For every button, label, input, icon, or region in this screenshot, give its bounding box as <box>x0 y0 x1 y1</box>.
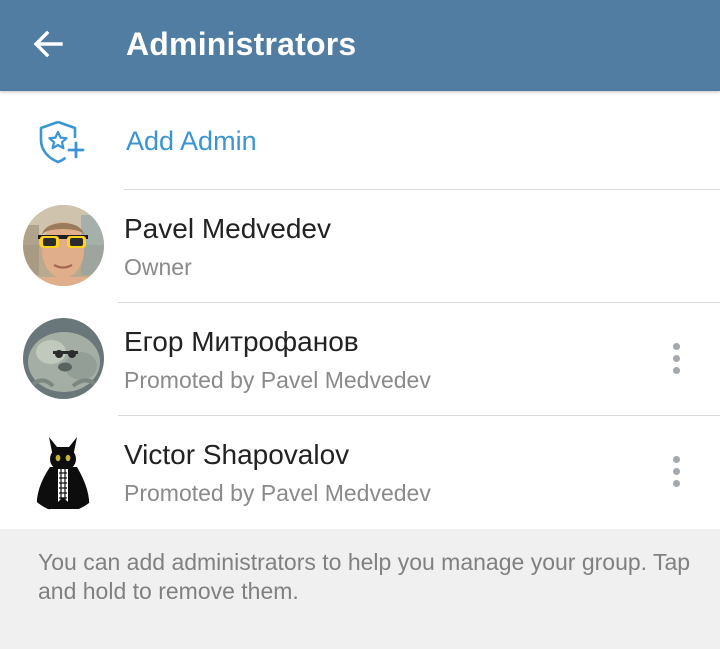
back-button[interactable] <box>22 22 74 66</box>
admin-list: Add Admin Pavel Medvedev Owner Егор Митр… <box>0 91 720 529</box>
admin-name: Егор Митрофанов <box>124 326 359 357</box>
more-vertical-icon <box>672 455 680 463</box>
add-admin-button[interactable]: Add Admin <box>0 91 720 190</box>
more-vertical-icon <box>672 342 680 350</box>
list-item-admin[interactable]: Pavel Medvedev Owner <box>0 190 720 303</box>
avatar-tardigrade <box>23 318 104 399</box>
admin-role: Promoted by Pavel Medvedev <box>124 480 431 506</box>
list-item-admin[interactable]: Victor Shapovalov Promoted by Pavel Medv… <box>0 416 720 529</box>
page-title: Administrators <box>126 26 357 62</box>
admin-name: Victor Shapovalov <box>124 439 350 470</box>
add-admin-label: Add Admin <box>126 126 257 156</box>
admin-role: Owner <box>124 254 192 280</box>
list-item-admin[interactable]: Егор Митрофанов Promoted by Pavel Medved… <box>0 303 720 416</box>
info-text: You can add administrators to help you m… <box>38 549 691 604</box>
avatar-man-sunglasses <box>23 205 104 286</box>
admin-role: Promoted by Pavel Medvedev <box>124 367 431 393</box>
avatar-black-cat <box>23 431 104 512</box>
more-options-button[interactable] <box>656 333 696 383</box>
shield-star-plus-icon <box>39 120 85 164</box>
more-options-button[interactable] <box>656 446 696 496</box>
arrow-left-icon <box>33 30 63 58</box>
app-bar: Administrators <box>0 0 720 91</box>
admin-name: Pavel Medvedev <box>124 213 332 244</box>
